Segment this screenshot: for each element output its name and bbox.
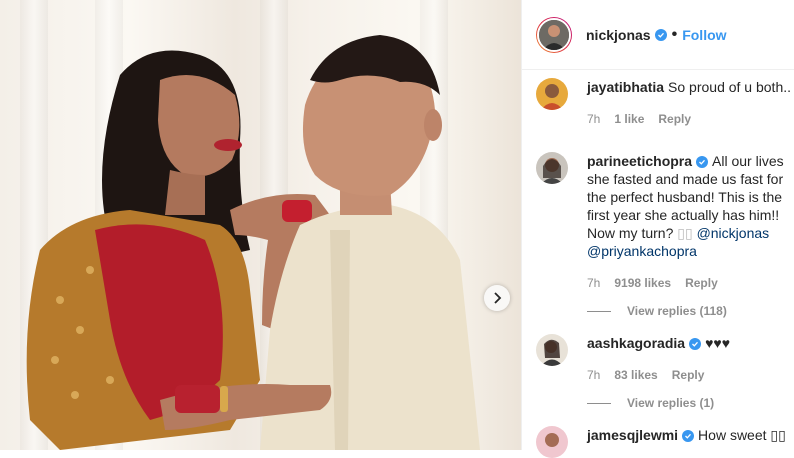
view-replies-label: View replies (118) [627, 304, 727, 318]
comment-item: jayatibhatia So proud of u both.. 7h 1 li… [536, 78, 791, 126]
comment-username[interactable]: parineetichopra [587, 153, 692, 169]
view-replies-label: View replies (1) [627, 396, 715, 410]
verified-badge-icon [682, 430, 695, 443]
story-ring[interactable] [536, 16, 572, 53]
next-photo-button[interactable] [484, 285, 510, 311]
emoji-placeholder: ▯▯ [677, 225, 693, 241]
verified-badge-icon [696, 156, 709, 169]
divider [587, 402, 611, 404]
comment-time[interactable]: 7h [587, 368, 600, 382]
avatar-image [539, 19, 569, 50]
view-replies-button[interactable]: View replies (118) [587, 304, 791, 318]
comment-item: jamesqjlewmi How sweet ▯▯ [536, 426, 791, 458]
follow-button[interactable]: Follow [682, 27, 726, 43]
reply-button[interactable]: Reply [658, 112, 691, 126]
comment-username[interactable]: jamesqjlewmi [587, 427, 678, 443]
reply-button[interactable]: Reply [685, 276, 718, 290]
comment-likes[interactable]: 9198 likes [614, 276, 671, 290]
verified-badge-icon [689, 338, 702, 351]
reply-button[interactable]: Reply [672, 368, 705, 382]
comment-likes[interactable]: 83 likes [614, 368, 657, 382]
comment-time[interactable]: 7h [587, 112, 600, 126]
verified-badge-icon [654, 28, 667, 41]
avatar[interactable] [536, 426, 568, 458]
comment-likes[interactable]: 1 like [614, 112, 644, 126]
comment-text: ♥♥♥ [705, 335, 730, 351]
divider [587, 310, 611, 312]
comment-text: How sweet ▯▯ [698, 427, 786, 443]
post-header: nickjonas • Follow [522, 0, 794, 70]
mention-link[interactable]: @priyankachopra [587, 243, 697, 259]
comment-item: parineetichopra All our lives she fasted … [536, 152, 791, 318]
avatar[interactable] [536, 334, 568, 366]
avatar[interactable] [536, 152, 568, 184]
couple-illustration [26, 35, 480, 450]
comment-item: aashkagoradia ♥♥♥ 7h 83 likes Reply View … [536, 334, 791, 410]
comment-text: So proud of u both.. [668, 79, 792, 95]
comment-username[interactable]: aashkagoradia [587, 335, 685, 351]
chevron-right-icon [494, 292, 502, 304]
post-photo[interactable] [0, 0, 521, 450]
separator-dot: • [671, 25, 678, 43]
view-replies-button[interactable]: View replies (1) [587, 396, 791, 410]
post-username[interactable]: nickjonas [586, 27, 651, 43]
comment-time[interactable]: 7h [587, 276, 600, 290]
mention-link[interactable]: @nickjonas [697, 225, 770, 241]
post-sidebar: nickjonas • Follow jayatibhatia So proud … [521, 0, 794, 458]
comment-username[interactable]: jayatibhatia [587, 79, 664, 95]
avatar[interactable] [536, 78, 568, 110]
avatar[interactable] [537, 17, 571, 52]
